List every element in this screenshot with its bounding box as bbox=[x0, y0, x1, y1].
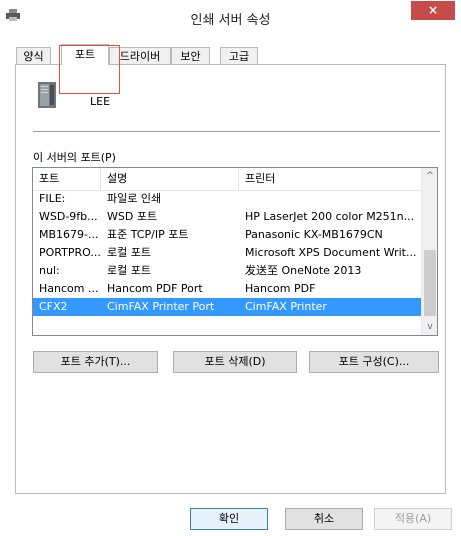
column-header-printer[interactable]: 프린터 bbox=[239, 168, 421, 190]
ports-tab-panel: LEE 이 서버의 포트(P) 포트 설명 프린터 FILE: 파일로 인쇄 W… bbox=[15, 64, 446, 494]
printer-cell: HP LaserJet 200 color M251n... bbox=[245, 210, 415, 223]
description-cell: WSD 포트 bbox=[107, 210, 158, 223]
ok-button[interactable]: 확인 bbox=[190, 508, 268, 530]
description-cell: 파일로 인쇄 bbox=[107, 192, 162, 205]
printer-cell: Hancom PDF bbox=[245, 282, 316, 295]
port-cell: PORTPRO... bbox=[39, 246, 101, 259]
vertical-scrollbar[interactable]: ^ v bbox=[421, 168, 437, 335]
ports-section-label: 이 서버의 포트(P) bbox=[33, 151, 116, 164]
port-cell: MB1679-... bbox=[39, 228, 99, 241]
port-cell: FILE: bbox=[39, 192, 66, 205]
server-name: LEE bbox=[90, 95, 111, 108]
port-row[interactable]: FILE: 파일로 인쇄 bbox=[33, 190, 421, 208]
print-server-properties-window: 인쇄 서버 속성 × 양식 포트 드라이버 보안 고급 LEE 이 서버의 포트… bbox=[0, 0, 461, 536]
port-row[interactable]: nul: 로컬 포트 发送至 OneNote 2013 bbox=[33, 262, 421, 280]
tab-forms[interactable]: 양식 bbox=[16, 47, 51, 64]
description-cell: 로컬 포트 bbox=[107, 264, 151, 277]
port-row-selected[interactable]: CFX2 CimFAX Printer Port CimFAX Printer bbox=[33, 298, 421, 316]
printer-cell: CimFAX Printer bbox=[245, 300, 327, 313]
configure-port-button[interactable]: 포트 구성(C)... bbox=[309, 351, 439, 373]
port-row[interactable]: PORTPRO... 로컬 포트 Microsoft XPS Document … bbox=[33, 244, 421, 262]
printer-cell: Microsoft XPS Document Writ... bbox=[245, 246, 417, 259]
apply-button[interactable]: 적용(A) bbox=[374, 508, 452, 530]
column-header-port[interactable]: 포트 bbox=[33, 168, 101, 190]
column-header-description[interactable]: 설명 bbox=[101, 168, 239, 190]
title-bar: 인쇄 서버 속성 × bbox=[0, 0, 461, 30]
ports-list-header: 포트 설명 프린터 bbox=[33, 168, 421, 191]
description-cell: Hancom PDF Port bbox=[107, 282, 203, 295]
printer-cell: 发送至 OneNote 2013 bbox=[245, 264, 362, 277]
tab-advanced[interactable]: 고급 bbox=[220, 47, 258, 64]
port-row[interactable]: WSD-9fb... WSD 포트 HP LaserJet 200 color … bbox=[33, 208, 421, 226]
port-cell: Hancom ... bbox=[39, 282, 99, 295]
tab-drivers[interactable]: 드라이버 bbox=[109, 47, 171, 64]
scrollbar-thumb[interactable] bbox=[424, 250, 436, 316]
delete-port-button[interactable]: 포트 삭제(D) bbox=[173, 351, 297, 373]
close-button[interactable]: × bbox=[411, 1, 455, 20]
tab-strip: 양식 포트 드라이버 보안 고급 bbox=[0, 30, 461, 94]
port-row[interactable]: Hancom ... Hancom PDF Port Hancom PDF bbox=[33, 280, 421, 298]
port-cell: WSD-9fb... bbox=[39, 210, 98, 223]
tab-security[interactable]: 보안 bbox=[171, 47, 210, 64]
port-cell: CFX2 bbox=[39, 300, 68, 313]
separator bbox=[33, 131, 440, 132]
port-row[interactable]: MB1679-... 표준 TCP/IP 포트 Panasonic KX-MB1… bbox=[33, 226, 421, 244]
add-port-button[interactable]: 포트 추가(T)... bbox=[33, 351, 158, 373]
description-cell: 표준 TCP/IP 포트 bbox=[107, 228, 189, 241]
printer-cell: Panasonic KX-MB1679CN bbox=[245, 228, 383, 241]
scroll-up-icon[interactable]: ^ bbox=[422, 168, 437, 184]
server-tower-icon bbox=[38, 82, 56, 108]
scroll-down-icon[interactable]: v bbox=[422, 319, 437, 335]
tab-ports[interactable]: 포트 bbox=[61, 44, 109, 65]
port-cell: nul: bbox=[39, 264, 60, 277]
cancel-button[interactable]: 취소 bbox=[285, 508, 363, 530]
description-cell: CimFAX Printer Port bbox=[107, 300, 215, 313]
ports-list[interactable]: 포트 설명 프린터 FILE: 파일로 인쇄 WSD-9fb... WSD 포트… bbox=[32, 167, 438, 336]
window-title: 인쇄 서버 속성 bbox=[190, 13, 271, 28]
description-cell: 로컬 포트 bbox=[107, 246, 151, 259]
